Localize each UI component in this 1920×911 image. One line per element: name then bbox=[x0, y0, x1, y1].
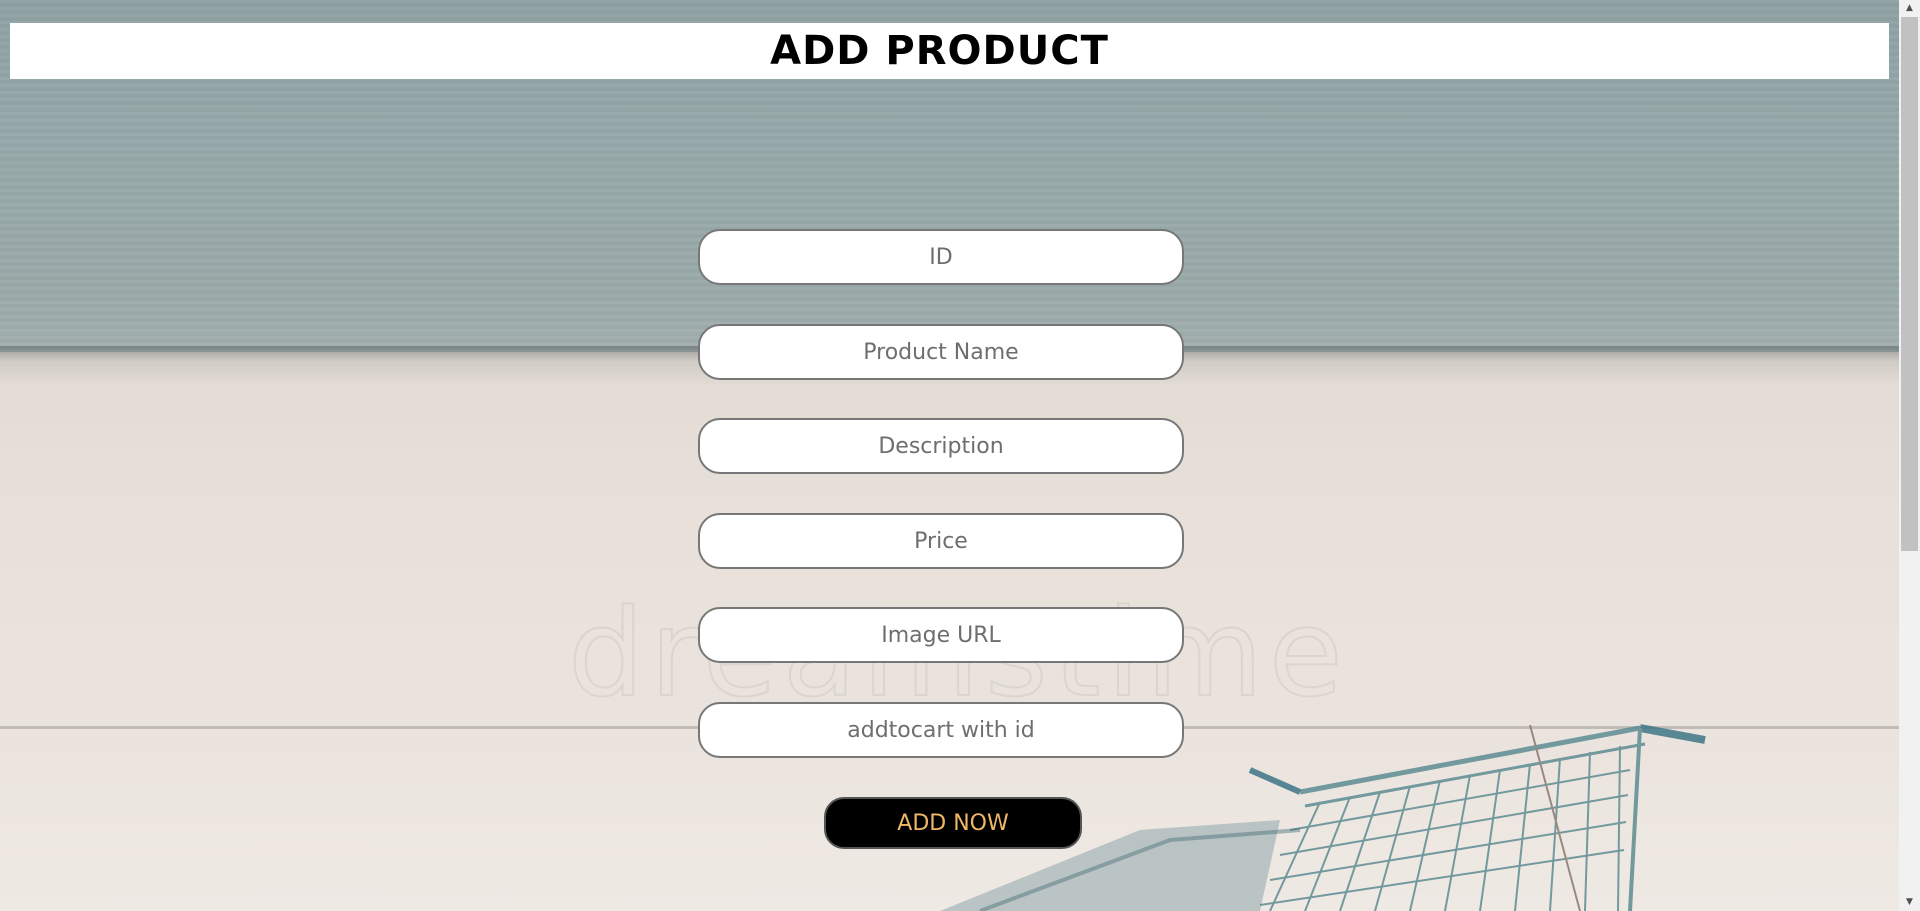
vertical-scrollbar[interactable]: ▲ ▼ bbox=[1899, 0, 1920, 911]
price-input[interactable] bbox=[698, 513, 1184, 569]
scrollbar-thumb[interactable] bbox=[1901, 17, 1918, 551]
image-url-input[interactable] bbox=[698, 607, 1184, 663]
description-input[interactable] bbox=[698, 418, 1184, 474]
scroll-up-arrow-icon[interactable]: ▲ bbox=[1899, 0, 1920, 17]
id-input[interactable] bbox=[698, 229, 1184, 285]
add-now-button[interactable]: ADD NOW bbox=[824, 797, 1082, 849]
addtocart-id-input[interactable] bbox=[698, 702, 1184, 758]
scroll-down-arrow-icon[interactable]: ▼ bbox=[1899, 894, 1920, 911]
page-title: ADD PRODUCT bbox=[770, 28, 1109, 74]
header-bar: ADD PRODUCT bbox=[10, 23, 1889, 79]
page: dreamstime bbox=[0, 0, 1920, 911]
product-name-input[interactable] bbox=[698, 324, 1184, 380]
